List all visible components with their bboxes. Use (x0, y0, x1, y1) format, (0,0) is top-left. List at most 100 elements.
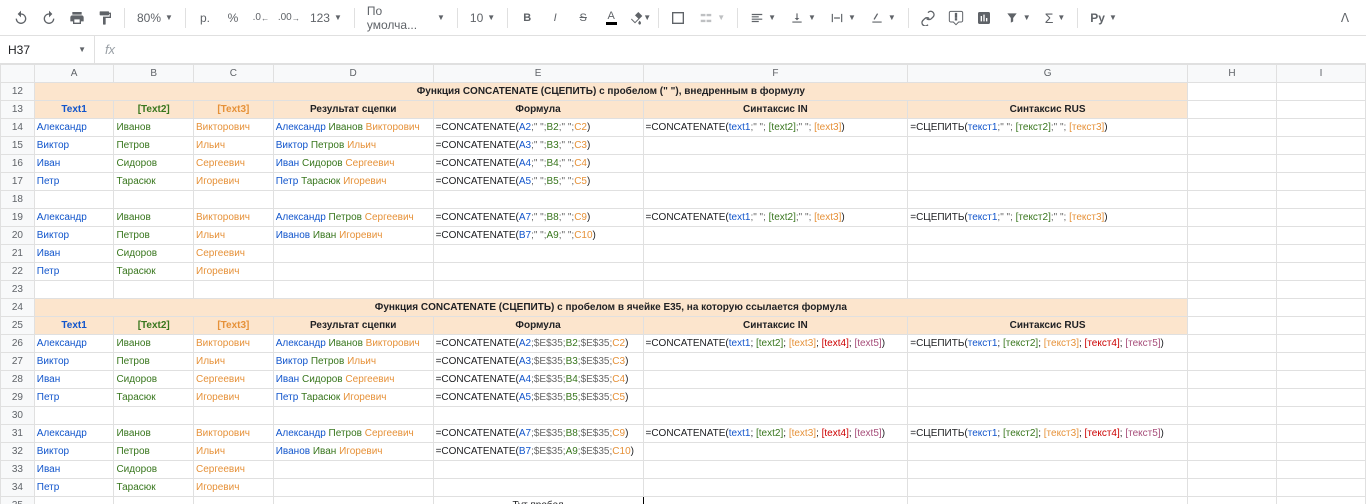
row-header-27[interactable]: 27 (1, 353, 35, 371)
cell[interactable]: Иван Сидоров Сергеевич (273, 371, 433, 389)
cell[interactable] (433, 461, 643, 479)
cell[interactable]: Петров (114, 137, 194, 155)
borders-button[interactable] (665, 5, 691, 31)
cell[interactable]: =CONCATENATE(A3;$E$35;B3;$E$35;C3) (433, 353, 643, 371)
cell[interactable]: Александр Иванов Викторович (273, 335, 433, 353)
cell[interactable] (908, 137, 1188, 155)
italic-button[interactable]: I (542, 5, 568, 31)
cell[interactable]: Иван (34, 245, 114, 263)
cell[interactable]: Иван (34, 371, 114, 389)
cell[interactable]: =CONCATENATE(A7;$E$35;B8;$E$35;C9) (433, 425, 643, 443)
rotate-button[interactable]: ▼ (864, 5, 902, 31)
cell[interactable]: =CONCATENATE(B7;$E$35;A9;$E$35;C10) (433, 443, 643, 461)
cell[interactable]: Игоревич (194, 479, 274, 497)
cell[interactable]: Петр (34, 173, 114, 191)
cell[interactable] (273, 263, 433, 281)
row-header-35[interactable]: 35 (1, 497, 35, 504)
cell[interactable] (1276, 173, 1365, 191)
percent-button[interactable]: % (220, 5, 246, 31)
fill-color-button[interactable]: ▼ (626, 5, 652, 31)
cell[interactable]: [Text2] (114, 101, 194, 119)
cell[interactable]: =CONCATENATE(B7;" ";A9;" ";C10) (433, 227, 643, 245)
cell[interactable] (643, 155, 908, 173)
cell[interactable] (114, 407, 194, 425)
cell[interactable] (1276, 299, 1365, 317)
cell[interactable] (273, 245, 433, 263)
cell[interactable]: =CONCATENATE(A4;" ";B4;" ";C4) (433, 155, 643, 173)
cell[interactable]: Тарасюк (114, 479, 194, 497)
undo-button[interactable] (8, 5, 34, 31)
cell[interactable] (1187, 263, 1276, 281)
comment-button[interactable] (943, 5, 969, 31)
row-header-21[interactable]: 21 (1, 245, 35, 263)
cell[interactable]: Сергеевич (194, 371, 274, 389)
cell[interactable] (643, 137, 908, 155)
cell[interactable]: Иван Сидоров Сергеевич (273, 155, 433, 173)
cell[interactable] (273, 497, 433, 504)
cell[interactable]: Формула (433, 317, 643, 335)
col-header-D[interactable]: D (273, 65, 433, 83)
cell[interactable] (643, 389, 908, 407)
cell[interactable]: =CONCATENATE(A5;" ";B5;" ";C5) (433, 173, 643, 191)
cell[interactable] (1187, 353, 1276, 371)
cell[interactable] (1276, 137, 1365, 155)
cell[interactable]: Формула (433, 101, 643, 119)
cell[interactable] (273, 407, 433, 425)
row-header-28[interactable]: 28 (1, 371, 35, 389)
cell[interactable]: Ильич (194, 137, 274, 155)
cell[interactable]: Сергеевич (194, 155, 274, 173)
cell[interactable] (273, 479, 433, 497)
cell[interactable] (1187, 299, 1276, 317)
row-header-26[interactable]: 26 (1, 335, 35, 353)
cell[interactable]: Синтаксис RUS (908, 317, 1188, 335)
cell[interactable]: Сергеевич (194, 461, 274, 479)
cell[interactable] (34, 407, 114, 425)
cell[interactable] (433, 191, 643, 209)
cell[interactable] (643, 245, 908, 263)
cell[interactable]: Петров (114, 353, 194, 371)
cell[interactable] (643, 263, 908, 281)
cell[interactable]: Text1 (34, 317, 114, 335)
cell[interactable]: =CONCATENATE(text1;" "; [text2];" "; [te… (643, 209, 908, 227)
row-header-16[interactable]: 16 (1, 155, 35, 173)
cell[interactable] (34, 497, 114, 504)
cell[interactable] (643, 371, 908, 389)
row-header-34[interactable]: 34 (1, 479, 35, 497)
cell[interactable] (643, 407, 908, 425)
cell[interactable] (1276, 461, 1365, 479)
cell[interactable] (1276, 407, 1365, 425)
bold-button[interactable]: B (514, 5, 540, 31)
currency-button[interactable]: р. (192, 5, 218, 31)
cell[interactable] (908, 479, 1188, 497)
cell[interactable] (908, 173, 1188, 191)
cell[interactable]: Виктор Петров Ильич (273, 137, 433, 155)
cell[interactable] (908, 443, 1188, 461)
col-header-I[interactable]: I (1276, 65, 1365, 83)
name-box[interactable]: H37▼ (0, 36, 95, 63)
cell[interactable] (643, 497, 908, 504)
cell[interactable] (34, 191, 114, 209)
cell[interactable]: Виктор (34, 137, 114, 155)
cell[interactable] (1276, 119, 1365, 137)
cell[interactable] (908, 155, 1188, 173)
row-header-31[interactable]: 31 (1, 425, 35, 443)
cell[interactable]: Игоревич (194, 263, 274, 281)
cell[interactable]: =CONCATENATE(A2;$E$35;B2;$E$35;C2) (433, 335, 643, 353)
cell[interactable]: Александр (34, 119, 114, 137)
row-header-23[interactable]: 23 (1, 281, 35, 299)
cell[interactable] (908, 389, 1188, 407)
col-header-G[interactable]: G (908, 65, 1188, 83)
cell[interactable]: Петров (114, 227, 194, 245)
cell[interactable]: Сидоров (114, 461, 194, 479)
cell[interactable]: =CONCATENATE(text1; [text2]; [text3]; [t… (643, 335, 908, 353)
cell[interactable]: =СЦЕПИТЬ(текст1; [текст2]; [текст3]; [те… (908, 335, 1188, 353)
cell[interactable] (1276, 389, 1365, 407)
link-button[interactable] (915, 5, 941, 31)
cell[interactable] (1187, 209, 1276, 227)
cell[interactable] (908, 245, 1188, 263)
cell[interactable] (433, 407, 643, 425)
cell[interactable] (273, 281, 433, 299)
cell[interactable]: Викторович (194, 335, 274, 353)
cell[interactable] (1276, 263, 1365, 281)
cell[interactable]: Сидоров (114, 155, 194, 173)
